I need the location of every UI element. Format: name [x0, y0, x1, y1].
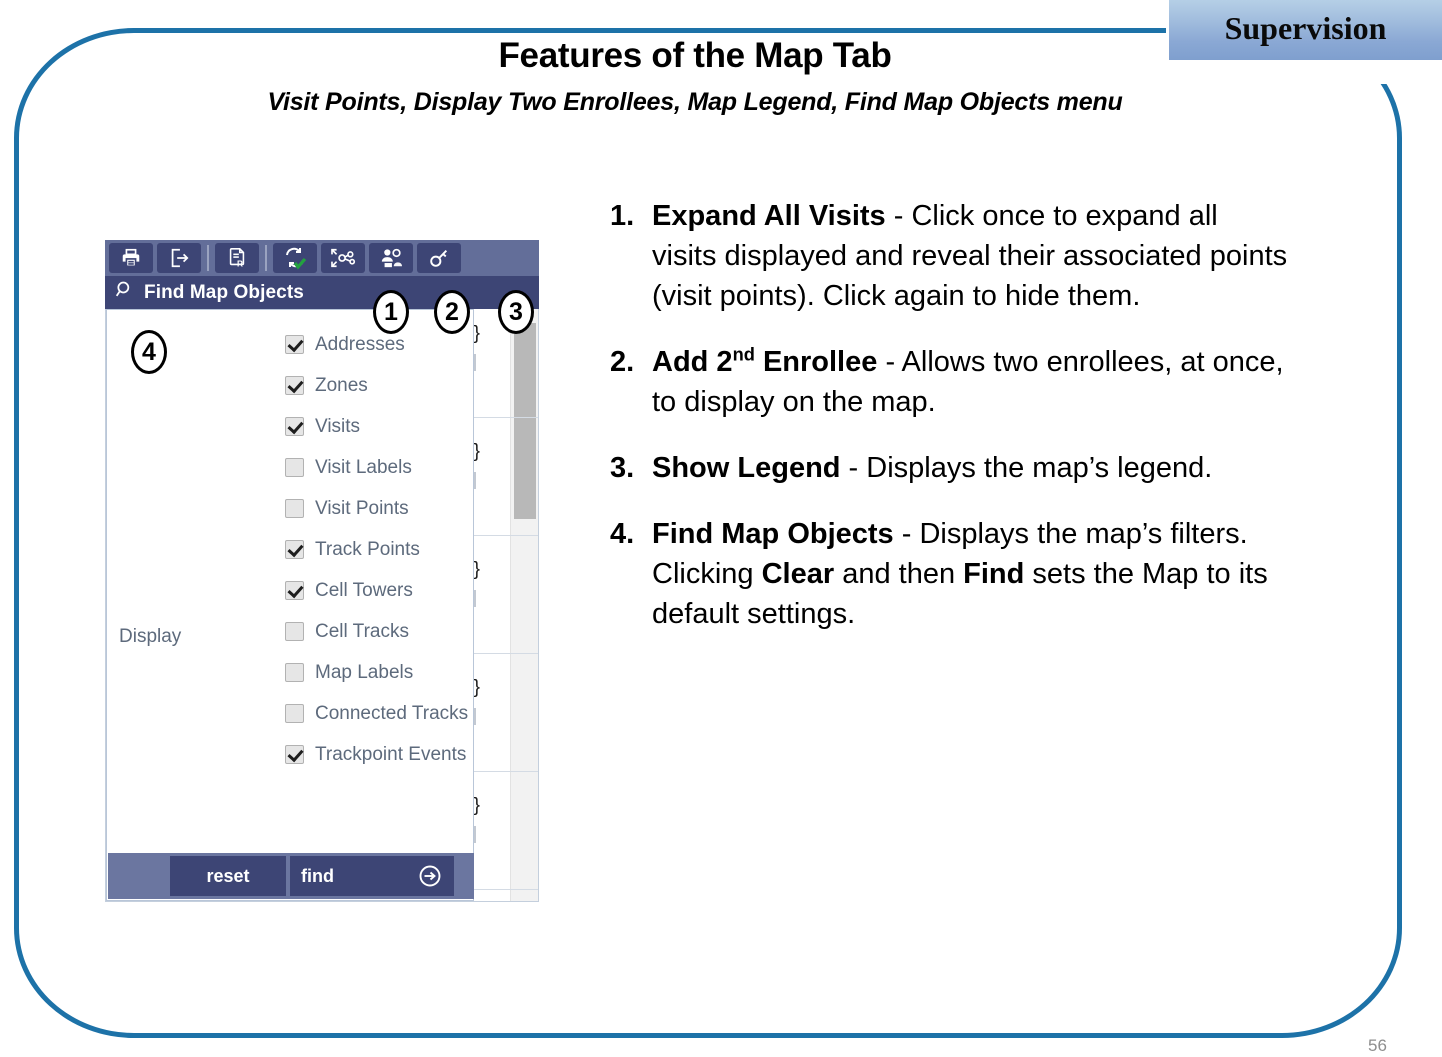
option-label: Map Labels	[315, 661, 414, 683]
add-second-enrollee-button[interactable]	[369, 243, 413, 273]
find-button[interactable]: find	[290, 856, 454, 896]
refresh-button[interactable]	[273, 243, 317, 273]
feature-number: 2.	[610, 346, 635, 378]
dropdown-action-bar: reset find	[108, 853, 474, 899]
option-cell-tracks[interactable]: Cell Tracks	[285, 611, 475, 652]
feature-description-b: and then	[834, 558, 964, 590]
application-screenshot: } } } } } R Find Map Objects Display Add…	[105, 240, 539, 902]
option-label: Addresses	[315, 333, 405, 355]
export-button[interactable]	[157, 243, 201, 273]
option-track-points[interactable]: Track Points	[285, 529, 475, 570]
checkbox-connected-tracks[interactable]	[285, 704, 304, 723]
feature-list: 1. Expand All Visits - Click once to exp…	[610, 196, 1290, 660]
search-icon	[115, 280, 135, 305]
feature-description: - Displays the map’s legend.	[840, 452, 1213, 484]
display-label: Display	[119, 626, 182, 647]
checkbox-cell-towers[interactable]	[285, 581, 304, 600]
checkbox-track-points[interactable]	[285, 540, 304, 559]
find-button-label: find	[301, 865, 334, 886]
feature-term: Expand All Visits	[652, 200, 886, 232]
checkbox-visit-points[interactable]	[285, 499, 304, 518]
option-label: Visit Points	[315, 497, 409, 519]
option-label: Zones	[315, 374, 368, 396]
option-label: Cell Tracks	[315, 620, 409, 642]
page-number: 56	[1368, 1036, 1387, 1055]
toolbar-separator	[207, 245, 209, 271]
show-legend-icon	[427, 247, 451, 269]
page-title: Features of the Map Tab	[498, 36, 892, 75]
expand-all-visits-icon	[330, 247, 356, 269]
checkbox-visit-labels[interactable]	[285, 458, 304, 477]
slide-root: Supervision Features of the Map Tab Visi…	[0, 0, 1442, 1057]
option-zones[interactable]: Zones	[285, 365, 475, 406]
refresh-icon	[283, 246, 307, 270]
feature-term-cont: Enrollee	[754, 346, 878, 378]
feature-term: Find Map Objects	[652, 518, 894, 550]
find-map-objects-dropdown: Display Addresses Zones Visits Visit Lab…	[106, 309, 474, 901]
feature-text: Add 2nd Enrollee - Allows two enrollees,…	[652, 342, 1290, 422]
option-visit-points[interactable]: Visit Points	[285, 488, 475, 529]
checkbox-zones[interactable]	[285, 376, 304, 395]
option-label: Cell Towers	[315, 579, 413, 601]
find-map-objects-header[interactable]: Find Map Objects	[105, 276, 539, 309]
feature-text: Expand All Visits - Click once to expand…	[652, 196, 1290, 316]
show-legend-button[interactable]	[417, 243, 461, 273]
report-button[interactable]: R	[215, 243, 259, 273]
map-toolbar: R	[105, 240, 539, 276]
checkbox-cell-tracks[interactable]	[285, 622, 304, 641]
display-options-list: Addresses Zones Visits Visit Labels Visi…	[285, 324, 475, 775]
toolbar-separator	[265, 245, 267, 271]
feature-term-superscript: nd	[732, 343, 755, 365]
option-cell-towers[interactable]: Cell Towers	[285, 570, 475, 611]
feature-term: Add 2	[652, 346, 733, 378]
arrow-right-circle-icon	[418, 864, 442, 893]
option-map-labels[interactable]: Map Labels	[285, 652, 475, 693]
checkbox-visits[interactable]	[285, 417, 304, 436]
add-second-enrollee-icon	[379, 247, 403, 269]
checkbox-map-labels[interactable]	[285, 663, 304, 682]
option-visits[interactable]: Visits	[285, 406, 475, 447]
feature-text: Find Map Objects - Displays the map’s fi…	[652, 514, 1290, 634]
option-label: Visit Labels	[315, 456, 412, 478]
checkbox-trackpoint-events[interactable]	[285, 745, 304, 764]
checkbox-addresses[interactable]	[285, 335, 304, 354]
callout-4: 4	[131, 330, 167, 374]
callout-2: 2	[434, 290, 470, 334]
feature-text: Show Legend - Displays the map’s legend.	[652, 448, 1212, 488]
callout-3: 3	[498, 290, 534, 334]
callout-1: 1	[373, 290, 409, 334]
svg-text:R: R	[237, 259, 243, 268]
option-label: Track Points	[315, 538, 420, 560]
feature-item-1: 1. Expand All Visits - Click once to exp…	[610, 196, 1290, 316]
feature-number: 3.	[610, 452, 635, 484]
option-label: Visits	[315, 415, 361, 437]
feature-item-3: 3. Show Legend - Displays the map’s lege…	[610, 448, 1290, 488]
reset-button[interactable]: reset	[170, 856, 286, 896]
option-label: Connected Tracks	[315, 702, 469, 724]
option-label: Trackpoint Events	[315, 743, 467, 765]
option-visit-labels[interactable]: Visit Labels	[285, 447, 475, 488]
feature-term: Show Legend	[652, 452, 841, 484]
feature-number: 4.	[610, 518, 635, 550]
export-icon	[168, 247, 190, 269]
page-subtitle: Visit Points, Display Two Enrollees, Map…	[267, 88, 1123, 116]
feature-item-4: 4. Find Map Objects - Displays the map’s…	[610, 514, 1290, 634]
print-icon	[120, 247, 142, 269]
feature-item-2: 2. Add 2nd Enrollee - Allows two enrolle…	[610, 342, 1290, 422]
expand-all-visits-button[interactable]	[321, 243, 365, 273]
option-trackpoint-events[interactable]: Trackpoint Events	[285, 734, 475, 775]
feature-number: 1.	[610, 200, 635, 232]
feature-bold-find: Find	[963, 558, 1025, 590]
find-map-objects-label: Find Map Objects	[144, 281, 304, 303]
print-button[interactable]	[109, 243, 153, 273]
option-connected-tracks[interactable]: Connected Tracks	[285, 693, 475, 734]
report-icon: R	[226, 247, 248, 269]
feature-bold-clear: Clear	[761, 558, 835, 590]
list-row-marker: }	[473, 795, 480, 816]
